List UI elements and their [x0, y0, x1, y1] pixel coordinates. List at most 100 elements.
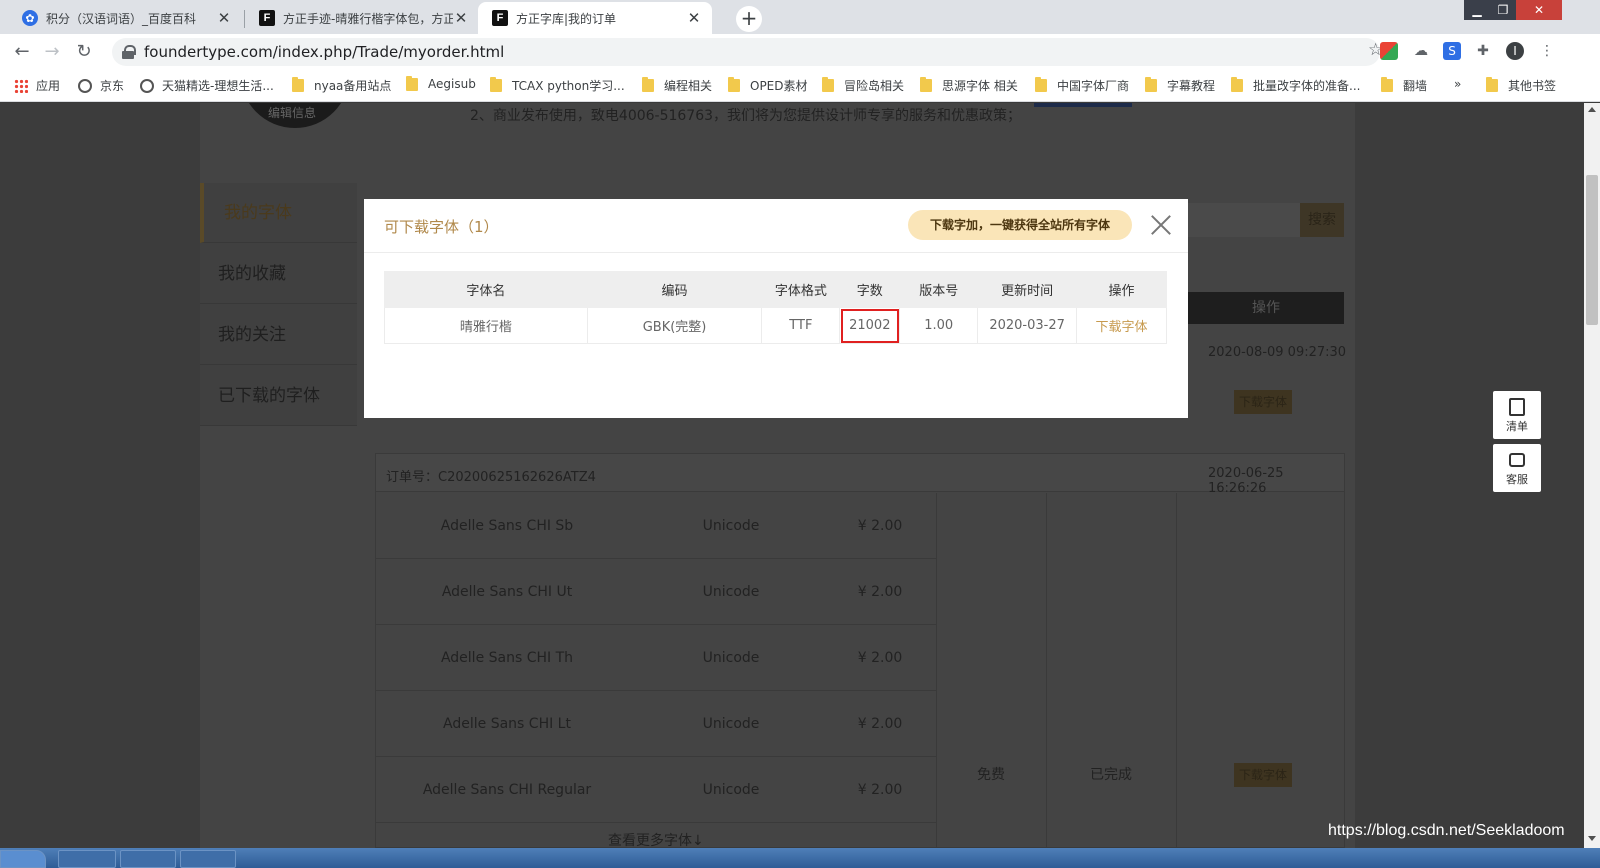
font-name: Adelle Sans CHI Regular [422, 782, 592, 798]
bookmark-aegisub[interactable]: Aegisub [406, 75, 476, 91]
table-row: 晴雅行楷 GBK(完整) TTF 21002 1.00 2020-03-27 下… [384, 307, 1167, 344]
csdn-watermark: https://blog.csdn.net/Seekladoom [1328, 822, 1565, 839]
extensions-puzzle-icon[interactable]: ✚ [1474, 42, 1492, 60]
bookmark-apps[interactable]: 应用 [14, 77, 60, 94]
font-encoding: Unicode [702, 782, 760, 798]
chat-bubble-icon [1509, 453, 1525, 467]
apps-grid-icon [14, 78, 28, 93]
forward-icon[interactable]: → [40, 40, 64, 64]
close-tab-icon[interactable]: ✕ [216, 9, 232, 27]
font-encoding: Unicode [702, 518, 760, 534]
avatar-label: 编辑信息 [268, 106, 317, 120]
bookmark-subtitle-tutorial[interactable]: 字幕教程 [1145, 77, 1215, 94]
bookmark-font-vendors[interactable]: 中国字体厂商 [1035, 77, 1129, 94]
list-widget-label: 清单 [1506, 420, 1528, 433]
download-font-button[interactable]: 下载字体 [1234, 763, 1292, 787]
side-menu-following[interactable]: 我的关注 [200, 305, 357, 365]
font-encoding: Unicode [702, 584, 760, 600]
foundertype-icon: F [259, 10, 275, 26]
bookmark-label: TCAX python学习... [512, 79, 625, 93]
bookmark-label: 思源字体 相关 [942, 79, 1018, 93]
bookmark-label: 批量改字体的准备... [1253, 79, 1361, 93]
col-font-name: 字体名 [384, 271, 588, 308]
folder-icon [920, 77, 932, 92]
close-tab-icon[interactable]: ✕ [686, 9, 702, 27]
tab-title: 积分（汉语词语）_百度百科 [46, 11, 197, 26]
col-updated: 更新时间 [977, 271, 1078, 308]
bookmark-nyaa[interactable]: nyaa备用站点 [292, 77, 391, 94]
start-button[interactable] [0, 850, 46, 868]
bookmarks-overflow[interactable]: » [1454, 77, 1461, 91]
bookmark-other[interactable]: 其他书签 [1486, 77, 1556, 94]
close-icon[interactable] [1150, 214, 1172, 236]
list-widget[interactable]: 清单 [1493, 391, 1541, 439]
bookmark-jd[interactable]: 京东 [78, 77, 124, 94]
bookmark-label: Aegisub [428, 77, 476, 91]
col-format: 字体格式 [761, 271, 841, 308]
side-menu-downloaded[interactable]: 已下载的字体 [200, 366, 357, 426]
restore-icon[interactable]: ❐ [1490, 0, 1516, 20]
notice-text: 2、商业发布使用，致电4006-516763，我们将为您提供设计师专享的服务和优… [470, 108, 1022, 124]
download-font-button[interactable]: 下载字体 [1234, 390, 1292, 414]
taskbar-item[interactable] [120, 850, 176, 868]
tab-baidu[interactable]: ✿ 积分（汉语词语）_百度百科 ✕ [8, 2, 242, 34]
download-font-link[interactable]: 下载字体 [1096, 320, 1148, 335]
downloadable-fonts-dialog: 可下载字体（1） 下载字加，一键获得全站所有字体 字体名 编码 字体格式 字数 … [364, 199, 1188, 418]
bookmark-tmall[interactable]: 天猫精选-理想生活... [140, 77, 274, 94]
bookmark-label: 天猫精选-理想生活... [162, 79, 274, 93]
side-menu-favorites[interactable]: 我的收藏 [200, 244, 357, 304]
folder-icon [822, 77, 834, 92]
bookmark-oped[interactable]: OPED素材 [728, 77, 808, 94]
view-more-fonts-link[interactable]: 查看更多字体↓ [608, 830, 704, 848]
globe-icon [78, 78, 92, 93]
dialog-title: 可下载字体（1） [384, 218, 499, 236]
menu-more-icon[interactable]: ⋮ [1538, 42, 1556, 60]
bookmark-label: 中国字体厂商 [1057, 79, 1130, 93]
extension-cloud-icon[interactable]: ☁ [1412, 42, 1430, 60]
order-card: 订单号：C20200625162626ATZ4 2020-06-25 16:26… [375, 453, 1345, 848]
font-price: ¥ 2.00 [857, 584, 903, 600]
reload-icon[interactable]: ↻ [72, 40, 96, 64]
taskbar-item[interactable] [58, 850, 116, 868]
url-text: foundertype.com/index.php/Trade/myorder.… [144, 43, 505, 61]
bookmark-tcax[interactable]: TCAX python学习... [490, 77, 625, 94]
back-icon[interactable]: ← [10, 40, 34, 64]
bookmark-label: 其他书签 [1508, 79, 1557, 93]
tab-foundertype-product[interactable]: F 方正手迹-晴雅行楷字体包，方正 ✕ [245, 2, 479, 34]
clipboard-icon [1509, 398, 1525, 416]
tab-my-orders[interactable]: F 方正字库|我的订单 ✕ [478, 2, 712, 34]
bookmark-batch-font[interactable]: 批量改字体的准备... [1231, 77, 1360, 94]
scroll-up-icon[interactable] [1588, 107, 1596, 112]
page-scrollbar[interactable] [1584, 103, 1600, 848]
new-tab-button[interactable]: + [736, 6, 762, 32]
minimize-icon[interactable]: ▁ [1464, 0, 1490, 20]
close-window-icon[interactable]: ✕ [1516, 0, 1562, 20]
zijia-promo-button[interactable]: 下载字加，一键获得全站所有字体 [908, 210, 1132, 240]
profile-avatar-icon[interactable]: I [1506, 42, 1524, 60]
bookmark-maplestory[interactable]: 冒险岛相关 [822, 77, 904, 94]
table-header-action: 操作 [1188, 292, 1344, 324]
extension-color-icon[interactable] [1380, 42, 1398, 60]
taskbar-item[interactable] [180, 850, 236, 868]
url-bar[interactable]: foundertype.com/index.php/Trade/myorder.… [112, 38, 1380, 66]
scrollbar-thumb[interactable] [1586, 175, 1598, 325]
search-button[interactable]: 搜索 [1300, 203, 1344, 237]
search-input[interactable] [1188, 203, 1300, 237]
bookmark-label: 翻墙 [1403, 79, 1428, 93]
divider [1176, 493, 1177, 848]
bookmark-source-han[interactable]: 思源字体 相关 [920, 77, 1018, 94]
tab-title: 方正字库|我的订单 [516, 11, 617, 26]
os-taskbar [0, 848, 1600, 868]
extension-s-icon[interactable]: S [1443, 42, 1461, 60]
folder-icon [406, 75, 418, 91]
scroll-down-icon[interactable] [1588, 836, 1596, 841]
side-menu-my-fonts[interactable]: 我的字体 [200, 183, 357, 243]
order-header: 订单号：C20200625162626ATZ4 2020-06-25 16:26… [376, 454, 1344, 496]
customer-service-widget[interactable]: 客服 [1493, 444, 1541, 492]
bookmark-vpn[interactable]: 翻墙 [1381, 77, 1427, 94]
col-char-count: 字数 [839, 271, 901, 308]
close-tab-icon[interactable]: ✕ [453, 9, 469, 27]
bookmark-programming[interactable]: 编程相关 [642, 77, 712, 94]
font-name: 晴雅行楷 [384, 307, 588, 344]
font-price: ¥ 2.00 [857, 716, 903, 732]
